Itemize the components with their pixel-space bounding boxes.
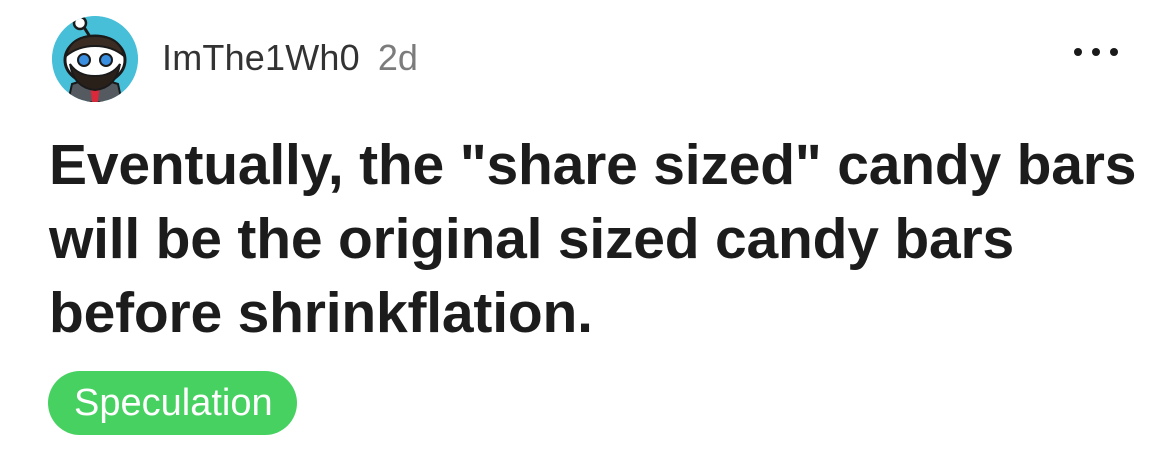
- more-dot: [1092, 48, 1100, 56]
- snoo-avatar-icon[interactable]: [52, 16, 138, 102]
- post-title[interactable]: Eventually, the "share sized" candy bars…: [49, 128, 1139, 350]
- post-header: ImThe1Wh0 2d: [52, 16, 418, 102]
- post-meta: ImThe1Wh0 2d: [162, 37, 418, 79]
- post-card[interactable]: ImThe1Wh0 2d Eventually, the "share size…: [0, 0, 1170, 461]
- post-flair[interactable]: Speculation: [48, 371, 297, 435]
- more-dot: [1110, 48, 1118, 56]
- more-dot: [1074, 48, 1082, 56]
- post-age: 2d: [377, 37, 418, 78]
- author-username[interactable]: ImThe1Wh0: [162, 37, 360, 79]
- more-options-icon[interactable]: [1074, 40, 1118, 64]
